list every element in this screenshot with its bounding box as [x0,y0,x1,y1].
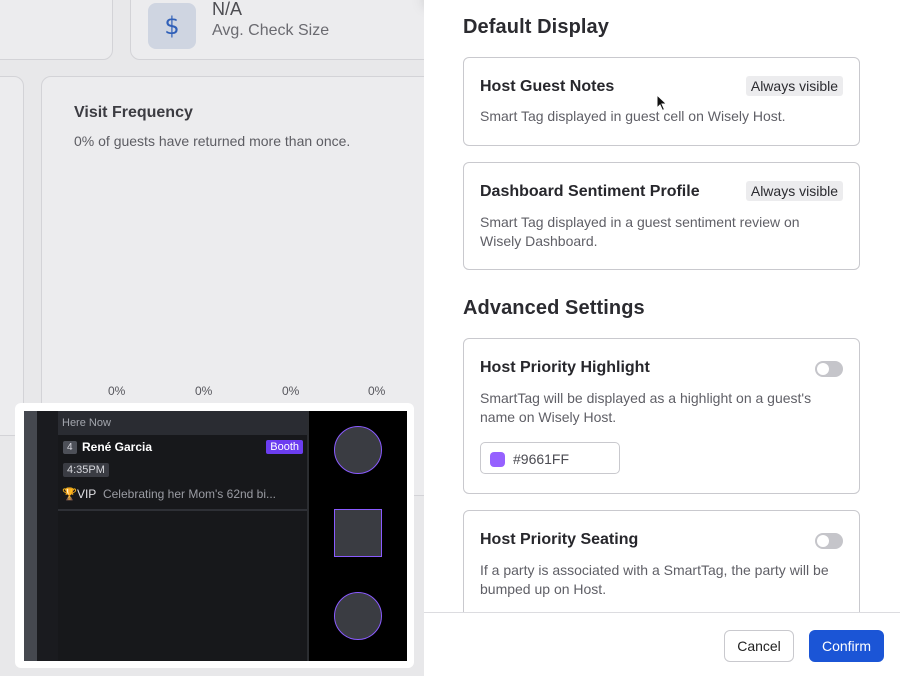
guest-note-text: Celebrating her Mom's 62nd bi... [102,487,277,501]
setting-description: SmartTag will be displayed as a highligh… [480,390,812,425]
preview-side-rail [24,411,37,661]
advanced-settings-title: Advanced Settings [463,297,645,319]
stat-card-left [0,0,113,60]
setting-card-dashboard-sentiment: Dashboard Sentiment Profile Always visib… [463,162,860,270]
vip-tag: 🏆VIP [62,487,97,501]
highlight-toggle[interactable] [815,361,843,377]
table-badge: Booth [266,440,303,454]
percent-label: 0% [282,384,300,398]
preview-guest-list: Here Now 4 René Garcia Booth 4:35PM 🏆VIP… [58,411,307,661]
setting-title: Dashboard Sentiment Profile [480,183,700,200]
percent-label: 0% [108,384,126,398]
chart-card-left [0,76,24,436]
visit-frequency-title: Visit Frequency [74,104,193,121]
visit-frequency-subtitle: 0% of guests have returned more than onc… [74,133,351,149]
toggle-knob [817,363,829,375]
avg-check-size-card: $ N/A Avg. Check Size [130,0,424,60]
always-visible-badge: Always visible [745,181,843,201]
panel-footer: Cancel Confirm [424,612,900,676]
preview-divider [307,411,309,661]
preview-section-header: Here Now [58,411,307,435]
stat-label: Avg. Check Size [212,22,330,39]
toggle-knob [817,535,829,547]
highlight-color-input[interactable]: #9661FF [480,442,620,474]
color-swatch[interactable] [490,452,505,467]
preview-side-rail-inner [37,411,58,661]
guest-name: René Garcia [82,440,153,454]
round-table-icon [334,592,382,640]
host-preview: Here Now 4 René Garcia Booth 4:35PM 🏆VIP… [15,403,414,668]
confirm-button[interactable]: Confirm [809,630,884,662]
guest-note: 🏆VIP Celebrating her Mom's 62nd bi... [62,487,306,501]
setting-card-host-priority-highlight: Host Priority Highlight SmartTag will be… [463,338,860,494]
setting-title: Host Priority Seating [480,531,639,548]
party-size-badge: 4 [63,441,77,454]
percent-label: 0% [368,384,386,398]
cancel-button[interactable]: Cancel [724,630,794,662]
always-visible-badge: Always visible [745,76,843,96]
setting-title: Host Guest Notes [480,78,615,95]
arrival-time: 4:35PM [63,463,109,477]
color-hex-value: #9661FF [513,451,570,467]
percent-label: 0% [195,384,213,398]
default-display-title: Default Display [463,16,609,38]
square-table-icon [334,509,382,557]
setting-title: Host Priority Highlight [480,359,650,376]
stat-value: N/A [212,0,243,19]
preview-guest-row: 4 René Garcia Booth 4:35PM 🏆VIP Celebrat… [58,435,307,511]
seating-toggle[interactable] [815,533,843,549]
mouse-cursor-icon [656,94,668,112]
dollar-icon: $ [148,3,196,49]
round-table-icon [334,426,382,474]
setting-description: If a party is associated with a SmartTag… [480,562,829,597]
setting-description: Smart Tag displayed in a guest sentiment… [480,214,800,249]
host-preview-screen: Here Now 4 René Garcia Booth 4:35PM 🏆VIP… [24,411,407,661]
smart-tag-settings-panel: Default Display Host Guest Notes Always … [424,0,900,676]
